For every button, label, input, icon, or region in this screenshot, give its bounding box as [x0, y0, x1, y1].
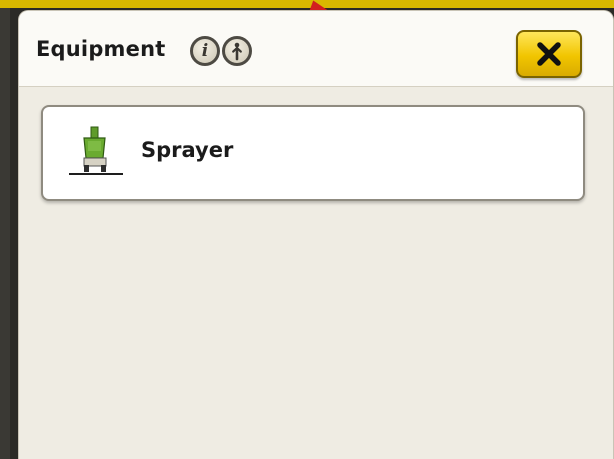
dialog-title: Equipment — [36, 37, 166, 61]
info-glyph: i — [201, 41, 209, 61]
diagnostics-glyph-icon — [232, 42, 242, 61]
equipment-item-label: Sprayer — [141, 138, 234, 162]
info-icon[interactable]: i — [190, 36, 220, 66]
background-edge — [0, 8, 10, 459]
sprayer-icon — [69, 126, 123, 175]
equipment-dialog: Equipment i Sprayer — [18, 10, 614, 459]
dialog-header: Equipment i — [19, 11, 613, 87]
equipment-item-sprayer[interactable]: Sprayer — [41, 105, 585, 201]
close-button[interactable] — [516, 30, 582, 78]
diagnostics-icon[interactable] — [222, 36, 252, 66]
close-x-icon — [537, 42, 561, 66]
